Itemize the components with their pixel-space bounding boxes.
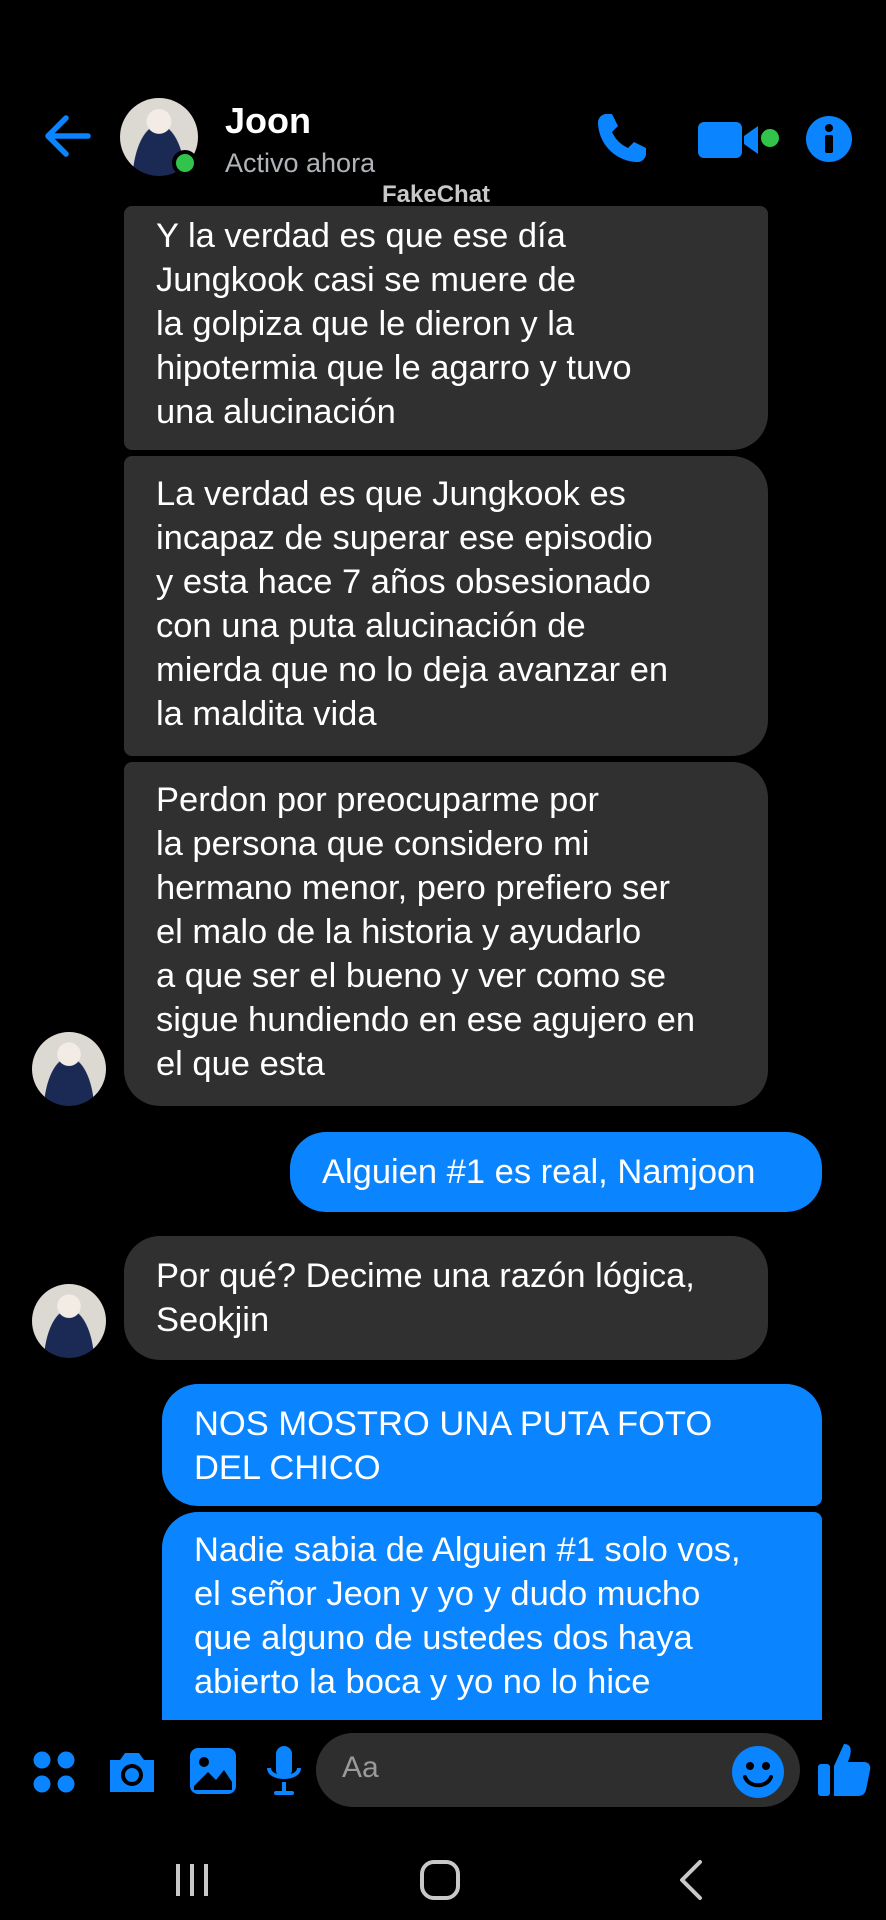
- message-line: una alucinación: [156, 393, 396, 431]
- message-line: Alguien #1 es real, Namjoon: [322, 1153, 756, 1191]
- message-line: con una puta alucinación de: [156, 607, 586, 645]
- phone-call-icon[interactable]: [592, 108, 652, 168]
- message-bubble-outgoing[interactable]: Alguien #1 es real, Namjoon: [290, 1132, 822, 1212]
- message-line: la persona que considero mi: [156, 825, 590, 863]
- message-line: Jungkook casi se muere de: [156, 261, 576, 299]
- message-line: NOS MOSTRO UNA PUTA FOTO: [194, 1405, 713, 1443]
- message-line: incapaz de superar ese episodio: [156, 519, 653, 557]
- online-indicator: [172, 150, 198, 176]
- message-line: y esta hace 7 años obsesionado: [156, 563, 651, 601]
- message-line: DEL CHICO: [194, 1449, 381, 1487]
- message-line: Por qué? Decime una razón lógica,: [156, 1257, 695, 1295]
- message-line: sigue hundiendo en ese agujero en: [156, 1001, 696, 1039]
- message-input[interactable]: [316, 1733, 800, 1807]
- message-bubble-incoming[interactable]: Y la verdad es que ese día Jungkook casi…: [124, 206, 768, 450]
- contact-name[interactable]: Joon: [225, 100, 311, 142]
- message-line: hipotermia que le agarro y tuvo: [156, 349, 632, 387]
- camera-icon[interactable]: [104, 1744, 160, 1800]
- sender-avatar[interactable]: [32, 1284, 106, 1358]
- message-input-placeholder: Aa: [342, 1751, 379, 1784]
- microphone-icon[interactable]: [264, 1744, 304, 1800]
- back-arrow-icon[interactable]: [40, 108, 96, 164]
- home-icon[interactable]: [418, 1858, 462, 1902]
- fakechat-watermark: FakeChat: [382, 181, 491, 208]
- back-nav-icon[interactable]: [672, 1858, 712, 1902]
- video-call-icon[interactable]: [696, 116, 786, 164]
- message-line: Seokjin: [156, 1301, 270, 1339]
- message-line: la golpiza que le dieron y la: [156, 305, 575, 343]
- message-line: el que esta: [156, 1045, 325, 1083]
- message-line: Y la verdad es que ese día: [156, 217, 566, 255]
- message-line: la maldita vida: [156, 695, 377, 733]
- message-bubble-outgoing[interactable]: NOS MOSTRO UNA PUTA FOTO DEL CHICO: [162, 1384, 822, 1506]
- message-bubble-incoming[interactable]: Por qué? Decime una razón lógica, Seokji…: [124, 1236, 768, 1360]
- message-line: hermano menor, pero prefiero ser: [156, 869, 670, 907]
- system-navigation-bar: [0, 1830, 886, 1920]
- info-icon[interactable]: [804, 114, 854, 164]
- contact-status: Activo ahora: [225, 148, 376, 178]
- message-line: el señor Jeon y yo y dudo mucho: [194, 1575, 701, 1613]
- message-line: el malo de la historia y ayudarlo: [156, 913, 642, 951]
- recent-apps-icon[interactable]: [172, 1860, 212, 1900]
- message-bubble-incoming[interactable]: La verdad es que Jungkook es incapaz de …: [124, 456, 768, 756]
- message-line: La verdad es que Jungkook es: [156, 475, 626, 513]
- message-bubble-outgoing[interactable]: Nadie sabia de Alguien #1 solo vos, el s…: [162, 1512, 822, 1720]
- message-bubble-incoming[interactable]: Perdon por preocuparme por la persona qu…: [124, 762, 768, 1106]
- message-line: abierto la boca y yo no lo hice: [194, 1663, 651, 1701]
- message-line: mierda que no lo deja avanzar en: [156, 651, 669, 689]
- apps-icon[interactable]: [30, 1748, 78, 1796]
- message-line: Perdon por preocuparme por: [156, 781, 600, 819]
- message-line: a que ser el bueno y ver como se: [156, 957, 667, 995]
- message-line: Nadie sabia de Alguien #1 solo vos,: [194, 1531, 741, 1569]
- like-thumb-icon[interactable]: [816, 1738, 872, 1800]
- sender-avatar[interactable]: [32, 1032, 106, 1106]
- gallery-icon[interactable]: [186, 1744, 240, 1798]
- message-line: que alguno de ustedes dos haya: [194, 1619, 693, 1657]
- emoji-icon[interactable]: [730, 1744, 786, 1800]
- contact-avatar[interactable]: [120, 98, 200, 178]
